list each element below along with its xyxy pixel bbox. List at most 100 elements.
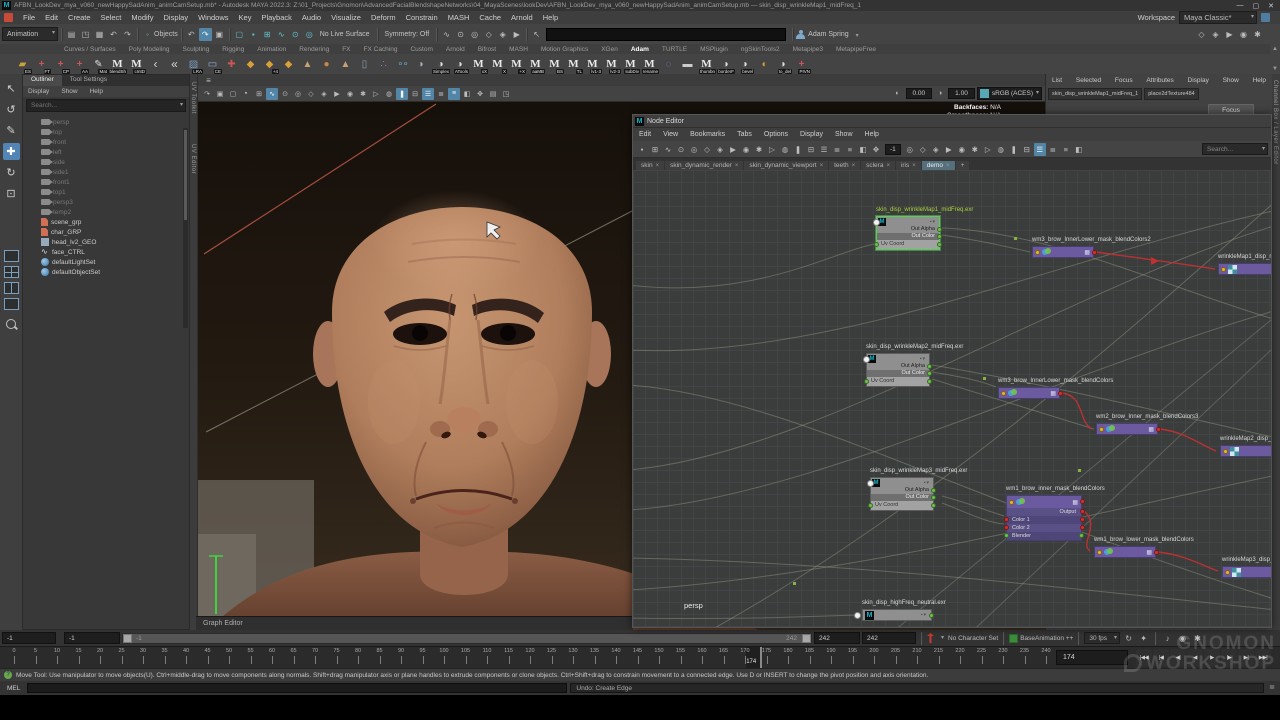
outliner-item-char-grp[interactable]: char_GRP — [41, 227, 189, 237]
white-port-icon[interactable] — [854, 612, 861, 619]
toolbar-icon-20[interactable]: ≡ — [448, 88, 460, 100]
prefs-icon[interactable]: ✱ — [1191, 632, 1204, 645]
menu-key[interactable]: Key — [234, 13, 257, 22]
mel-label[interactable]: MEL — [3, 685, 24, 692]
scale-tool-icon[interactable]: ⊡ — [3, 185, 20, 202]
attr-menu-selected[interactable]: Selected — [1076, 77, 1101, 84]
shelf-button-tl[interactable]: MTL — [565, 56, 582, 73]
outliner-tab-outliner[interactable]: Outliner — [23, 75, 62, 86]
toolbar-icon-6[interactable]: ∿ — [266, 88, 278, 100]
shelf-button-tuner[interactable]: ✚ — [223, 56, 240, 73]
attr-menu-attributes[interactable]: Attributes — [1146, 77, 1173, 84]
toolbar-icon-5[interactable]: ⊞ — [253, 88, 265, 100]
menu-help[interactable]: Help — [538, 13, 563, 22]
maximize-icon[interactable]: ▢ — [1253, 2, 1260, 10]
green-port-icon[interactable] — [1004, 533, 1009, 538]
outliner-menu-display[interactable]: Display — [23, 88, 54, 95]
green-port-icon[interactable] — [929, 613, 934, 618]
custom-pane-layout-icon[interactable] — [4, 298, 19, 310]
green-port-icon[interactable] — [931, 503, 936, 508]
outliner-menu-help[interactable]: Help — [85, 88, 108, 95]
anim-layer-icon[interactable] — [1009, 634, 1018, 643]
toolbar-icon-24[interactable]: ◳ — [500, 88, 512, 100]
menu-edit[interactable]: Edit — [40, 13, 63, 22]
green-port-icon[interactable] — [931, 495, 936, 500]
green-port-icon[interactable] — [927, 371, 932, 376]
shelf-tab-metapipefree[interactable]: MetapipeFree — [830, 46, 882, 54]
shelf-scroll-arrows[interactable]: ▲▼ — [1270, 44, 1280, 74]
symmetry-dropdown[interactable]: Symmetry: Off — [385, 31, 430, 38]
outliner-item-persp3[interactable]: persp3 — [41, 197, 189, 207]
toolbar-icon-18[interactable]: ◧ — [857, 143, 869, 156]
panel-menu-icon[interactable]: ≡ — [204, 74, 213, 87]
toolbar-icon-13[interactable]: ≡ — [1060, 143, 1072, 156]
toolbar-icon-8[interactable]: ▶ — [727, 143, 739, 156]
select-tool-icon[interactable]: ↖ — [3, 80, 20, 97]
shelf-button-thumbn[interactable]: Mthumbn — [698, 56, 715, 73]
shelf-button-aamb[interactable]: MaaMB — [527, 56, 544, 73]
playback-button-4[interactable]: ◀ — [1187, 649, 1203, 666]
playback-button-2[interactable]: |◀ — [1153, 649, 1169, 666]
toolbar-icon-4[interactable]: ▶ — [943, 143, 955, 156]
node-editor-menu-edit[interactable]: Edit — [633, 131, 657, 138]
toolbar-icon-9[interactable]: ◉ — [740, 143, 752, 156]
menu-constrain[interactable]: Constrain — [401, 13, 443, 22]
node-editor-menu-show[interactable]: Show — [829, 131, 859, 138]
menu-select[interactable]: Select — [96, 13, 127, 22]
input-port-icon[interactable] — [1223, 449, 1228, 454]
toolbar-icon-1[interactable]: ◎ — [904, 143, 916, 156]
shelf-button-x[interactable]: MX — [489, 56, 506, 73]
shelf-button-simplex[interactable]: ◑Simplex — [432, 56, 449, 73]
toolbar-icon-10[interactable]: ◈ — [318, 88, 330, 100]
green-port-icon[interactable] — [874, 242, 879, 247]
toolbar-icon-19[interactable]: ≣ — [435, 88, 447, 100]
shelf-button-rename[interactable]: Mrename — [641, 56, 658, 73]
white-port-icon[interactable] — [867, 480, 874, 487]
red-port-icon[interactable] — [1080, 525, 1085, 530]
channel-box-icon[interactable]: ▶ — [1223, 28, 1236, 41]
red-port-icon[interactable] — [1080, 509, 1085, 514]
toolbar-icon-7[interactable]: ⊙ — [279, 88, 291, 100]
redo-icon[interactable]: ↷ — [121, 28, 134, 41]
character-set-caret-icon[interactable] — [936, 633, 946, 643]
uv-toolkit-vertical-tab[interactable]: UV Toolkit — [190, 82, 196, 114]
lasso-tool-icon[interactable]: ↺ — [3, 101, 20, 118]
menu-visualize[interactable]: Visualize — [326, 13, 366, 22]
menu-set-dropdown[interactable]: Animation — [2, 27, 58, 41]
node-editor-menu-tabs[interactable]: Tabs — [731, 131, 758, 138]
green-port-icon[interactable] — [1079, 533, 1084, 538]
toolbar-icon-15[interactable]: ☰ — [818, 143, 830, 156]
toolbar-icon-1[interactable]: ▪ — [636, 143, 648, 156]
toolbar-icon-3[interactable]: ∿ — [662, 143, 674, 156]
render-settings-icon[interactable]: ◎ — [468, 28, 481, 41]
node-editor-menu-bookmarks[interactable]: Bookmarks — [684, 131, 731, 138]
shelf-button-4[interactable]: ◆+4 — [261, 56, 278, 73]
toolbar-icon-18[interactable]: ☰ — [422, 88, 434, 100]
quick-input-field[interactable] — [546, 28, 786, 41]
shelf-tab-fx[interactable]: FX — [336, 46, 356, 54]
outliner-item-persp[interactable]: persp — [41, 117, 189, 127]
menu-modify[interactable]: Modify — [126, 13, 158, 22]
toolbar-icon-16[interactable]: ≣ — [831, 143, 843, 156]
white-port-icon[interactable] — [863, 356, 870, 363]
node-search-input[interactable]: Search... — [1202, 143, 1268, 155]
close-tab-icon[interactable]: × — [852, 163, 856, 169]
toolbar-icon-3[interactable]: ◈ — [930, 143, 942, 156]
save-sc-ene-icon[interactable]: ▦ — [93, 28, 106, 41]
snap-view-plane-icon[interactable]: ⊙ — [289, 28, 302, 41]
selection-mask-icon[interactable]: ◦ — [141, 28, 154, 41]
shelf-button-pivn[interactable]: +PIVN — [793, 56, 810, 73]
red-port-icon[interactable] — [1156, 427, 1161, 432]
shelf-button-ring[interactable]: ◌ — [660, 56, 677, 73]
green-port-icon[interactable] — [937, 227, 942, 232]
node-wm1-brow-lower-mask-blendcolors[interactable]: ▦ — [1094, 546, 1156, 558]
shelf-button-xx[interactable]: MxX — [470, 56, 487, 73]
green-port-icon[interactable] — [937, 234, 942, 239]
red-port-icon[interactable] — [1004, 517, 1009, 522]
playback-button-3[interactable]: ◀| — [1170, 649, 1186, 666]
node-editor-tab-skin-dynamic-render[interactable]: skin_dynamic_render× — [665, 161, 743, 170]
four-pane-layout-icon[interactable] — [4, 266, 19, 278]
shelf-tab-rigging[interactable]: Rigging — [216, 46, 250, 54]
close-tab-icon[interactable]: × — [820, 163, 824, 169]
shelf-button-lra[interactable]: ▨LRA — [185, 56, 202, 73]
